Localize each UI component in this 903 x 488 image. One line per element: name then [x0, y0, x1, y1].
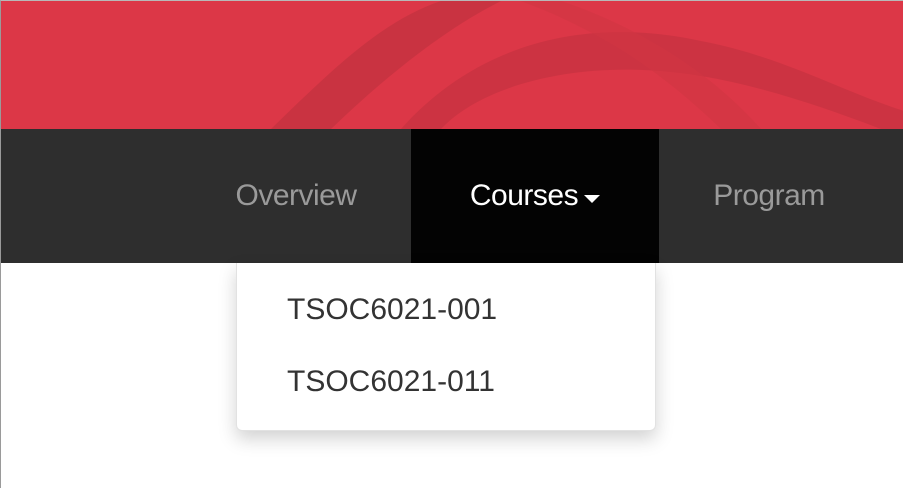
banner-graphic: [1, 1, 903, 129]
nav-item-program-label: Program: [713, 179, 825, 212]
courses-dropdown-menu: TSOC6021-001 TSOC6021-011: [236, 263, 656, 431]
page: Overview Courses Program TSOC6021-001 TS…: [0, 0, 903, 488]
main-navbar: Overview Courses Program: [1, 129, 903, 263]
header-banner: [1, 1, 903, 129]
nav-item-courses[interactable]: Courses: [411, 129, 659, 263]
nav-item-overview-label: Overview: [235, 179, 357, 212]
dropdown-item-course-011[interactable]: TSOC6021-011: [287, 365, 495, 399]
caret-down-icon: [584, 195, 601, 203]
nav-item-courses-label: Courses: [469, 179, 579, 212]
dropdown-item-course-001[interactable]: TSOC6021-001: [287, 293, 497, 327]
nav-item-overview[interactable]: Overview: [181, 129, 411, 263]
nav-item-program[interactable]: Program: [659, 129, 879, 263]
